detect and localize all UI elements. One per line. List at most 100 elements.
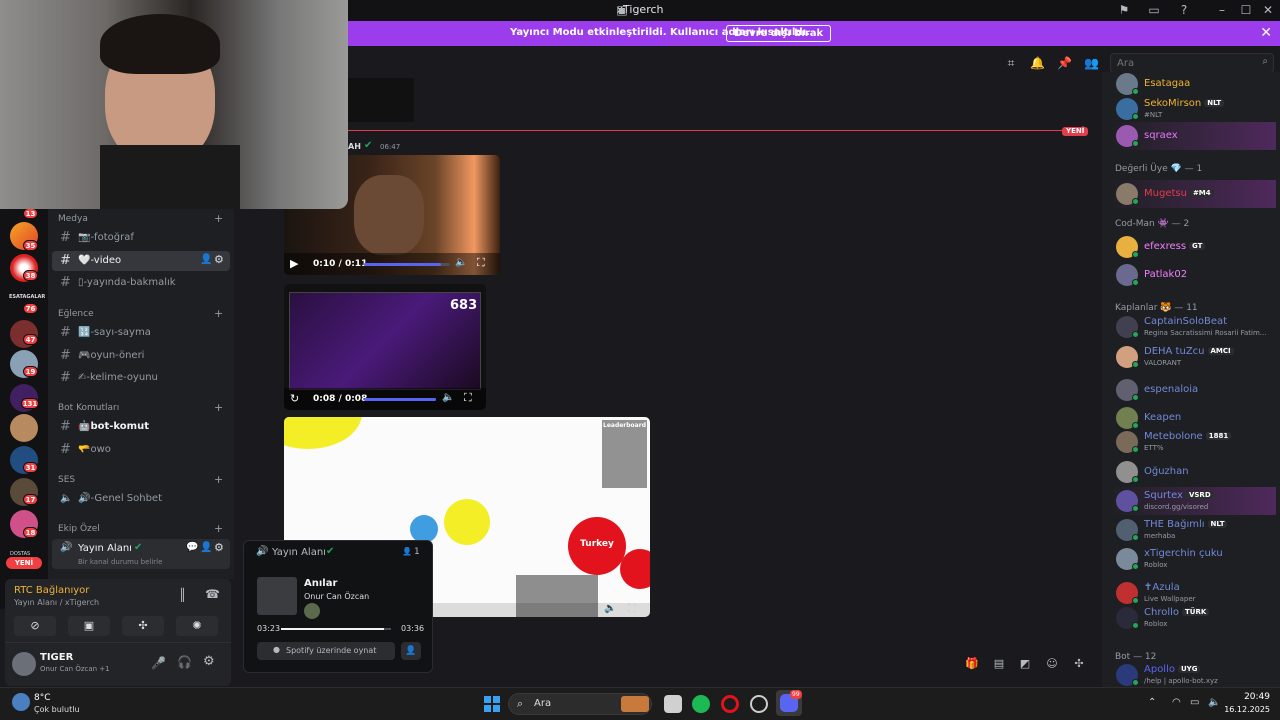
file-explorer-icon[interactable] xyxy=(664,695,682,713)
sticker-icon[interactable]: ◩ xyxy=(1018,657,1032,671)
channel-status[interactable]: Bir kanal durumu belirle xyxy=(78,558,162,566)
video-seekbar[interactable] xyxy=(364,398,436,401)
maximize-icon[interactable]: ☐ xyxy=(1238,3,1254,18)
notification-bell-icon[interactable]: 🔔 xyxy=(1030,56,1045,70)
invite-listen-icon[interactable]: 👤 xyxy=(401,642,421,660)
member-item[interactable]: Mugetsu #M4 xyxy=(1108,180,1276,208)
minimize-icon[interactable]: – xyxy=(1214,3,1230,18)
taskbar-search[interactable]: ⌕ Ara xyxy=(508,693,652,715)
member-item[interactable]: xTigerchin çuku Roblox xyxy=(1108,545,1276,573)
avatar[interactable] xyxy=(12,652,36,676)
add-channel-icon[interactable]: + xyxy=(214,522,223,535)
add-channel-icon[interactable]: + xyxy=(214,473,223,486)
member-list-icon[interactable]: 👥 xyxy=(1084,56,1099,70)
fullscreen-icon[interactable]: ⛶ xyxy=(464,391,472,405)
add-channel-icon[interactable]: + xyxy=(214,307,223,320)
windows-start-icon[interactable] xyxy=(484,696,500,712)
album-art[interactable] xyxy=(257,577,297,615)
category-eglence[interactable]: Eğlence xyxy=(58,309,94,319)
volume-icon[interactable]: 🔈 xyxy=(442,392,454,403)
member-item[interactable]: DEHA tuZcu AMCI VALORANT xyxy=(1108,343,1276,371)
member-item[interactable]: sqraex xyxy=(1108,122,1276,150)
apps-icon[interactable]: ✣ xyxy=(1072,657,1086,671)
disable-streamer-button[interactable]: Devre dışı bırak xyxy=(726,25,832,42)
volume-icon[interactable]: 🔈 xyxy=(604,603,616,614)
song-title[interactable]: Anılar xyxy=(304,578,337,589)
tray-chevron-icon[interactable]: ⌃ xyxy=(1148,697,1156,708)
rtc-location[interactable]: Yayın Alanı / xTigerch xyxy=(14,598,99,607)
member-item[interactable]: Squrtex VSRD discord.gg/visored xyxy=(1108,487,1276,515)
category-bot-komutlari[interactable]: Bot Komutları xyxy=(58,403,119,413)
username[interactable]: TIGER xyxy=(40,652,73,663)
member-item[interactable]: ✝Azula Live Wallpaper xyxy=(1108,579,1276,607)
replay-icon[interactable]: ↻ xyxy=(290,392,299,405)
gift-icon[interactable]: 🎁 xyxy=(965,657,979,671)
category-ekip-ozel[interactable]: Ekip Özel xyxy=(58,524,100,534)
video-seekbar[interactable] xyxy=(364,263,450,266)
channel-owo[interactable]: # 🫳owo xyxy=(52,440,230,460)
play-on-spotify-button[interactable]: ● Spotify üzerinde oynat xyxy=(257,642,395,660)
weather-temp[interactable]: 8°C xyxy=(34,693,51,703)
clock-time[interactable]: 20:49 xyxy=(1226,692,1270,702)
close-window-icon[interactable]: ✕ xyxy=(1260,3,1276,18)
member-item[interactable]: CaptainSoloBeat Regina Sacratissimi Rosar… xyxy=(1108,313,1276,341)
gif-icon[interactable]: ▤ xyxy=(992,657,1006,671)
emoji-icon[interactable]: ☺ xyxy=(1045,657,1059,671)
message-author[interactable]: AH xyxy=(348,142,361,151)
member-item[interactable]: efexress GT xyxy=(1108,233,1276,261)
play-icon[interactable]: ▶ xyxy=(290,257,298,270)
channel-genel-sohbet[interactable]: 🔈 🔊-Genel Sohbet xyxy=(52,489,230,509)
network-icon[interactable]: ▭ xyxy=(1190,697,1199,708)
category-ses[interactable]: SES xyxy=(58,475,75,485)
member-item[interactable]: espenaloia xyxy=(1108,376,1276,404)
member-item[interactable]: Metebolone 1881 ETT% xyxy=(1108,428,1276,456)
threads-icon[interactable]: ⌗ xyxy=(1004,56,1018,70)
screen-share-button[interactable]: ▣ xyxy=(68,616,110,636)
banner-close-icon[interactable]: ✕ xyxy=(1260,25,1272,41)
spotify-icon[interactable] xyxy=(692,695,710,713)
disconnect-icon[interactable]: ☎ xyxy=(205,587,220,601)
rtc-status[interactable]: RTC Bağlanıyor xyxy=(14,585,89,596)
chat-icon[interactable]: 💬 xyxy=(186,542,198,553)
camera-off-button[interactable]: ⊘ xyxy=(14,616,56,636)
weather-desc[interactable]: Çok bulutlu xyxy=(34,705,80,714)
video-attachment[interactable]: 683 ↻ 0:08 / 0:08 🔈 ⛶ xyxy=(284,284,486,410)
settings-gear-icon[interactable]: ⚙ xyxy=(214,541,224,554)
activities-button[interactable]: ✣ xyxy=(122,616,164,636)
wifi-icon[interactable]: ◠ xyxy=(1172,697,1181,708)
user-settings-icon[interactable]: ⚙ xyxy=(203,654,215,669)
popup-channel-name[interactable]: Yayın Alanı xyxy=(272,547,326,558)
volume-icon[interactable]: 🔈 xyxy=(455,257,467,268)
weather-icon[interactable] xyxy=(12,693,30,711)
pin-icon[interactable]: 📌 xyxy=(1057,56,1072,70)
member-item[interactable]: Esatagaa xyxy=(1108,70,1276,98)
clock-date[interactable]: 16.12.2025 xyxy=(1214,705,1270,714)
channel-fotograf[interactable]: # 📷-fotoğraf xyxy=(52,228,230,248)
search-input[interactable] xyxy=(1115,56,1250,70)
headphones-icon[interactable]: 🎧 xyxy=(177,655,192,669)
member-item[interactable]: SekoMirson NLT #NLT xyxy=(1108,95,1276,123)
discord-taskbar-button[interactable]: 99 xyxy=(776,690,802,716)
invite-icon[interactable]: 👤 xyxy=(200,254,212,265)
new-servers-pill[interactable]: YENİ xyxy=(6,557,42,569)
channel-sayi-sayma[interactable]: # 🔢-sayı-sayma xyxy=(52,323,230,343)
category-medya[interactable]: Medya xyxy=(58,214,88,224)
member-item[interactable]: THE Bağımlı NLT merhaba xyxy=(1108,516,1276,544)
soundboard-button[interactable]: ✺ xyxy=(176,616,218,636)
channel-bot-komut[interactable]: # 🤖bot-komut xyxy=(52,417,230,437)
member-item[interactable]: Oğuzhan xyxy=(1108,458,1276,486)
microphone-icon[interactable]: 🎤 xyxy=(151,656,166,670)
opera-icon[interactable] xyxy=(721,695,739,713)
server-icon[interactable] xyxy=(10,414,38,442)
channel-kelime-oyunu[interactable]: # ✍-kelime-oyunu xyxy=(52,368,230,388)
invite-icon[interactable]: 👤 xyxy=(200,542,212,553)
screen-icon[interactable]: ▭ xyxy=(1146,3,1162,18)
listener-avatar[interactable] xyxy=(304,603,320,619)
member-item[interactable]: Patlak02 xyxy=(1108,261,1276,289)
member-item[interactable]: Apollo UYG/help | apollo-bot.xyz xyxy=(1108,661,1276,689)
channel-yayinda-bakmalik[interactable]: # ▯-yayında-bakmalık xyxy=(52,273,230,293)
voice-activity-icon[interactable]: ║ xyxy=(179,588,186,602)
fullscreen-icon[interactable]: ⛶ xyxy=(477,256,485,270)
member-item[interactable]: Chrollo TÜRK Roblox xyxy=(1108,604,1276,632)
help-icon[interactable]: ? xyxy=(1176,3,1192,18)
